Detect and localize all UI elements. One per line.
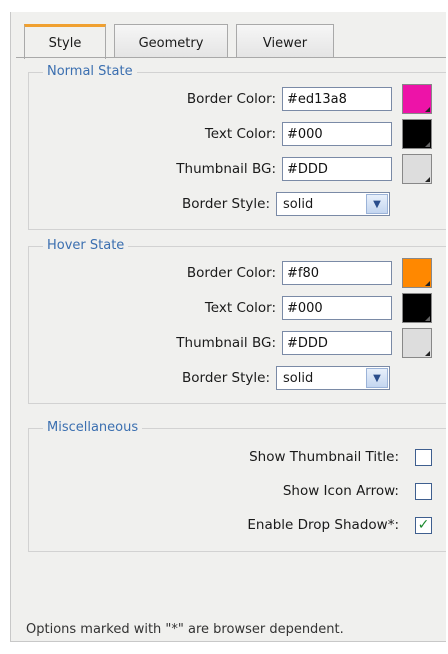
misc-section: Miscellaneous Show Thumbnail Title: Show… (28, 420, 446, 552)
field-label: Thumbnail BG: (176, 335, 276, 351)
picker-arrow-icon (425, 177, 430, 182)
color-picker-swatch[interactable] (402, 328, 432, 358)
select-value: solid (283, 196, 314, 212)
show-icon-arrow-checkbox[interactable] (415, 482, 432, 500)
drop-shadow-row: Enable Drop Shadow*: ✓ (247, 513, 446, 537)
hover-text-color-row: Text Color: (204, 293, 446, 323)
section-title: Miscellaneous (43, 420, 143, 436)
tab-viewer[interactable]: Viewer (236, 24, 334, 58)
picker-arrow-icon (425, 281, 430, 286)
picker-arrow-icon (425, 107, 430, 112)
select-value: solid (283, 370, 314, 386)
hover-border-color-input[interactable] (282, 261, 392, 285)
chevron-down-icon[interactable]: ▼ (366, 194, 388, 214)
color-picker-swatch[interactable] (402, 84, 432, 114)
picker-arrow-icon (425, 351, 430, 356)
field-label: Text Color: (204, 126, 276, 142)
picker-arrow-icon (425, 142, 430, 147)
color-picker-swatch[interactable] (402, 293, 432, 323)
hover-border-color-row: Border Color: (186, 258, 446, 288)
tab-geometry[interactable]: Geometry (114, 24, 228, 58)
normal-state-section: Normal State Border Color: Text Color: T… (28, 64, 446, 230)
section-title: Hover State (43, 238, 129, 254)
color-picker-swatch[interactable] (402, 154, 432, 184)
hover-border-style-select[interactable]: solid ▼ (276, 366, 390, 390)
tab-content-divider (16, 57, 446, 59)
tab-style[interactable]: Style (24, 24, 106, 59)
normal-thumb-bg-row: Thumbnail BG: (176, 154, 446, 184)
field-label: Show Thumbnail Title: (249, 449, 399, 465)
normal-border-style-select[interactable]: solid ▼ (276, 192, 390, 216)
normal-border-color-row: Border Color: (186, 84, 446, 114)
normal-border-style-row: Border Style: solid ▼ (182, 192, 446, 216)
field-label: Border Color: (186, 265, 276, 281)
show-arrow-row: Show Icon Arrow: (283, 479, 446, 503)
normal-text-color-input[interactable] (282, 122, 392, 146)
field-label: Thumbnail BG: (176, 161, 276, 177)
picker-arrow-icon (425, 316, 430, 321)
chevron-down-icon[interactable]: ▼ (366, 368, 388, 388)
hover-thumb-bg-row: Thumbnail BG: (176, 328, 446, 358)
footer-note: Options marked with "*" are browser depe… (26, 622, 344, 637)
hover-thumb-bg-input[interactable] (282, 331, 392, 355)
hover-text-color-input[interactable] (282, 296, 392, 320)
show-thumbnail-title-checkbox[interactable] (415, 448, 432, 466)
field-label: Border Color: (186, 91, 276, 107)
field-label: Show Icon Arrow: (282, 483, 399, 499)
hover-border-style-row: Border Style: solid ▼ (182, 366, 446, 390)
field-label: Text Color: (204, 300, 276, 316)
section-title: Normal State (43, 64, 137, 80)
hover-state-section: Hover State Border Color: Text Color: Th… (28, 238, 446, 404)
checkmark-icon: ✓ (417, 517, 430, 533)
color-picker-swatch[interactable] (402, 119, 432, 149)
field-label: Border Style: (181, 196, 270, 212)
normal-thumb-bg-input[interactable] (282, 157, 392, 181)
enable-drop-shadow-checkbox[interactable]: ✓ (415, 516, 432, 534)
show-title-row: Show Thumbnail Title: (249, 445, 446, 469)
color-picker-swatch[interactable] (402, 258, 432, 288)
field-label: Enable Drop Shadow*: (247, 517, 399, 533)
normal-text-color-row: Text Color: (204, 119, 446, 149)
field-label: Border Style: (181, 370, 270, 386)
normal-border-color-input[interactable] (282, 87, 392, 111)
tab-bar: Style Geometry Viewer (24, 24, 342, 59)
